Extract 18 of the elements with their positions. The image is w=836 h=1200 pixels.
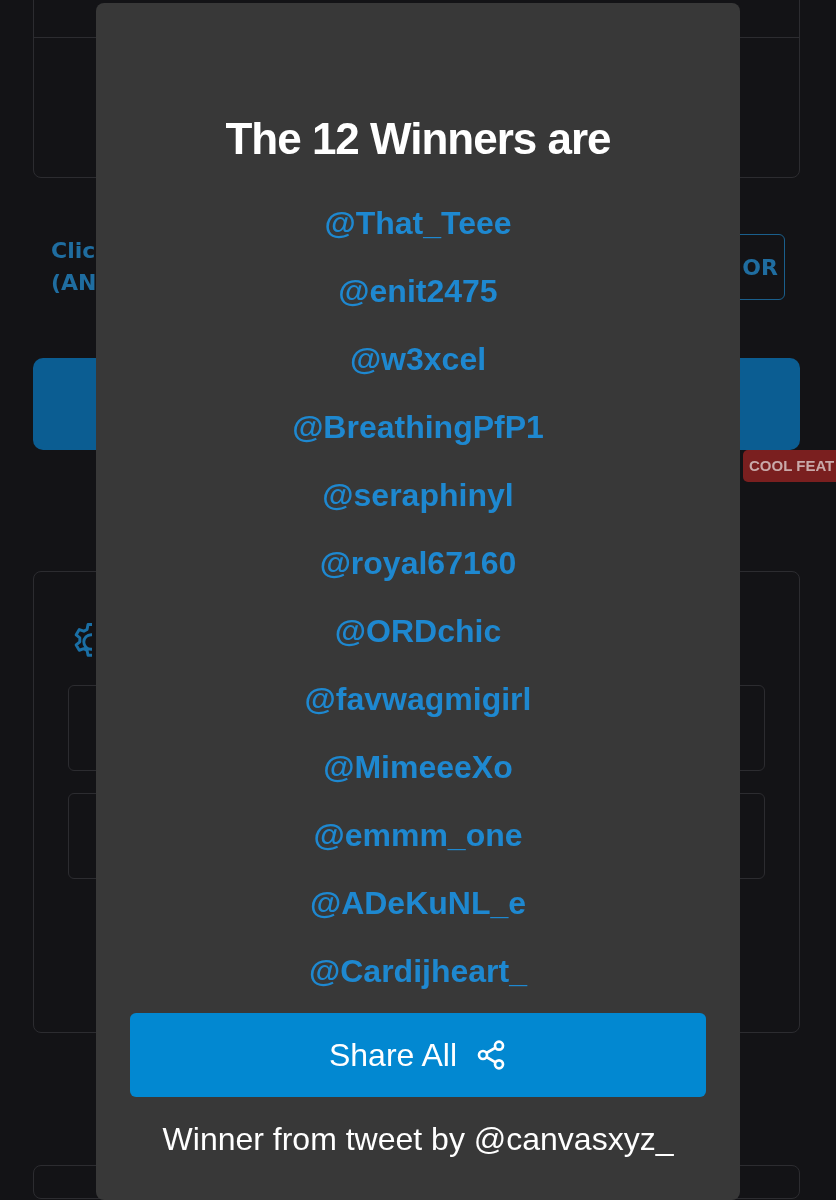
winner-link[interactable]: @emmm_one (313, 816, 523, 854)
share-button[interactable]: Share All (130, 1013, 706, 1097)
winner-link[interactable]: @enit2475 (338, 272, 498, 310)
winner-link[interactable]: @ORDchic (334, 612, 502, 650)
hint-text: (AN (51, 269, 97, 297)
footer-text: Winner from tweet by @canvasxyz_ (162, 1121, 674, 1158)
winner-link[interactable]: @favwagmigirl (304, 680, 532, 718)
winner-link[interactable]: @MimeeeXo (323, 748, 513, 786)
winner-link[interactable]: @BreathingPfP1 (292, 408, 544, 446)
feature-badge: COOL FEAT (743, 450, 836, 482)
winner-link[interactable]: @royal67160 (319, 544, 517, 582)
winner-link[interactable]: @ADeKuNL_e (309, 884, 527, 922)
winner-link[interactable]: @seraphinyl (322, 476, 514, 514)
hint-text: Clic (51, 237, 97, 265)
winner-link[interactable]: @That_Teee (324, 204, 512, 242)
winner-link[interactable]: @Cardijheart_ (309, 952, 527, 990)
winner-link[interactable]: @w3xcel (349, 340, 487, 378)
dialog-title: The 12 Winners are (225, 113, 611, 165)
